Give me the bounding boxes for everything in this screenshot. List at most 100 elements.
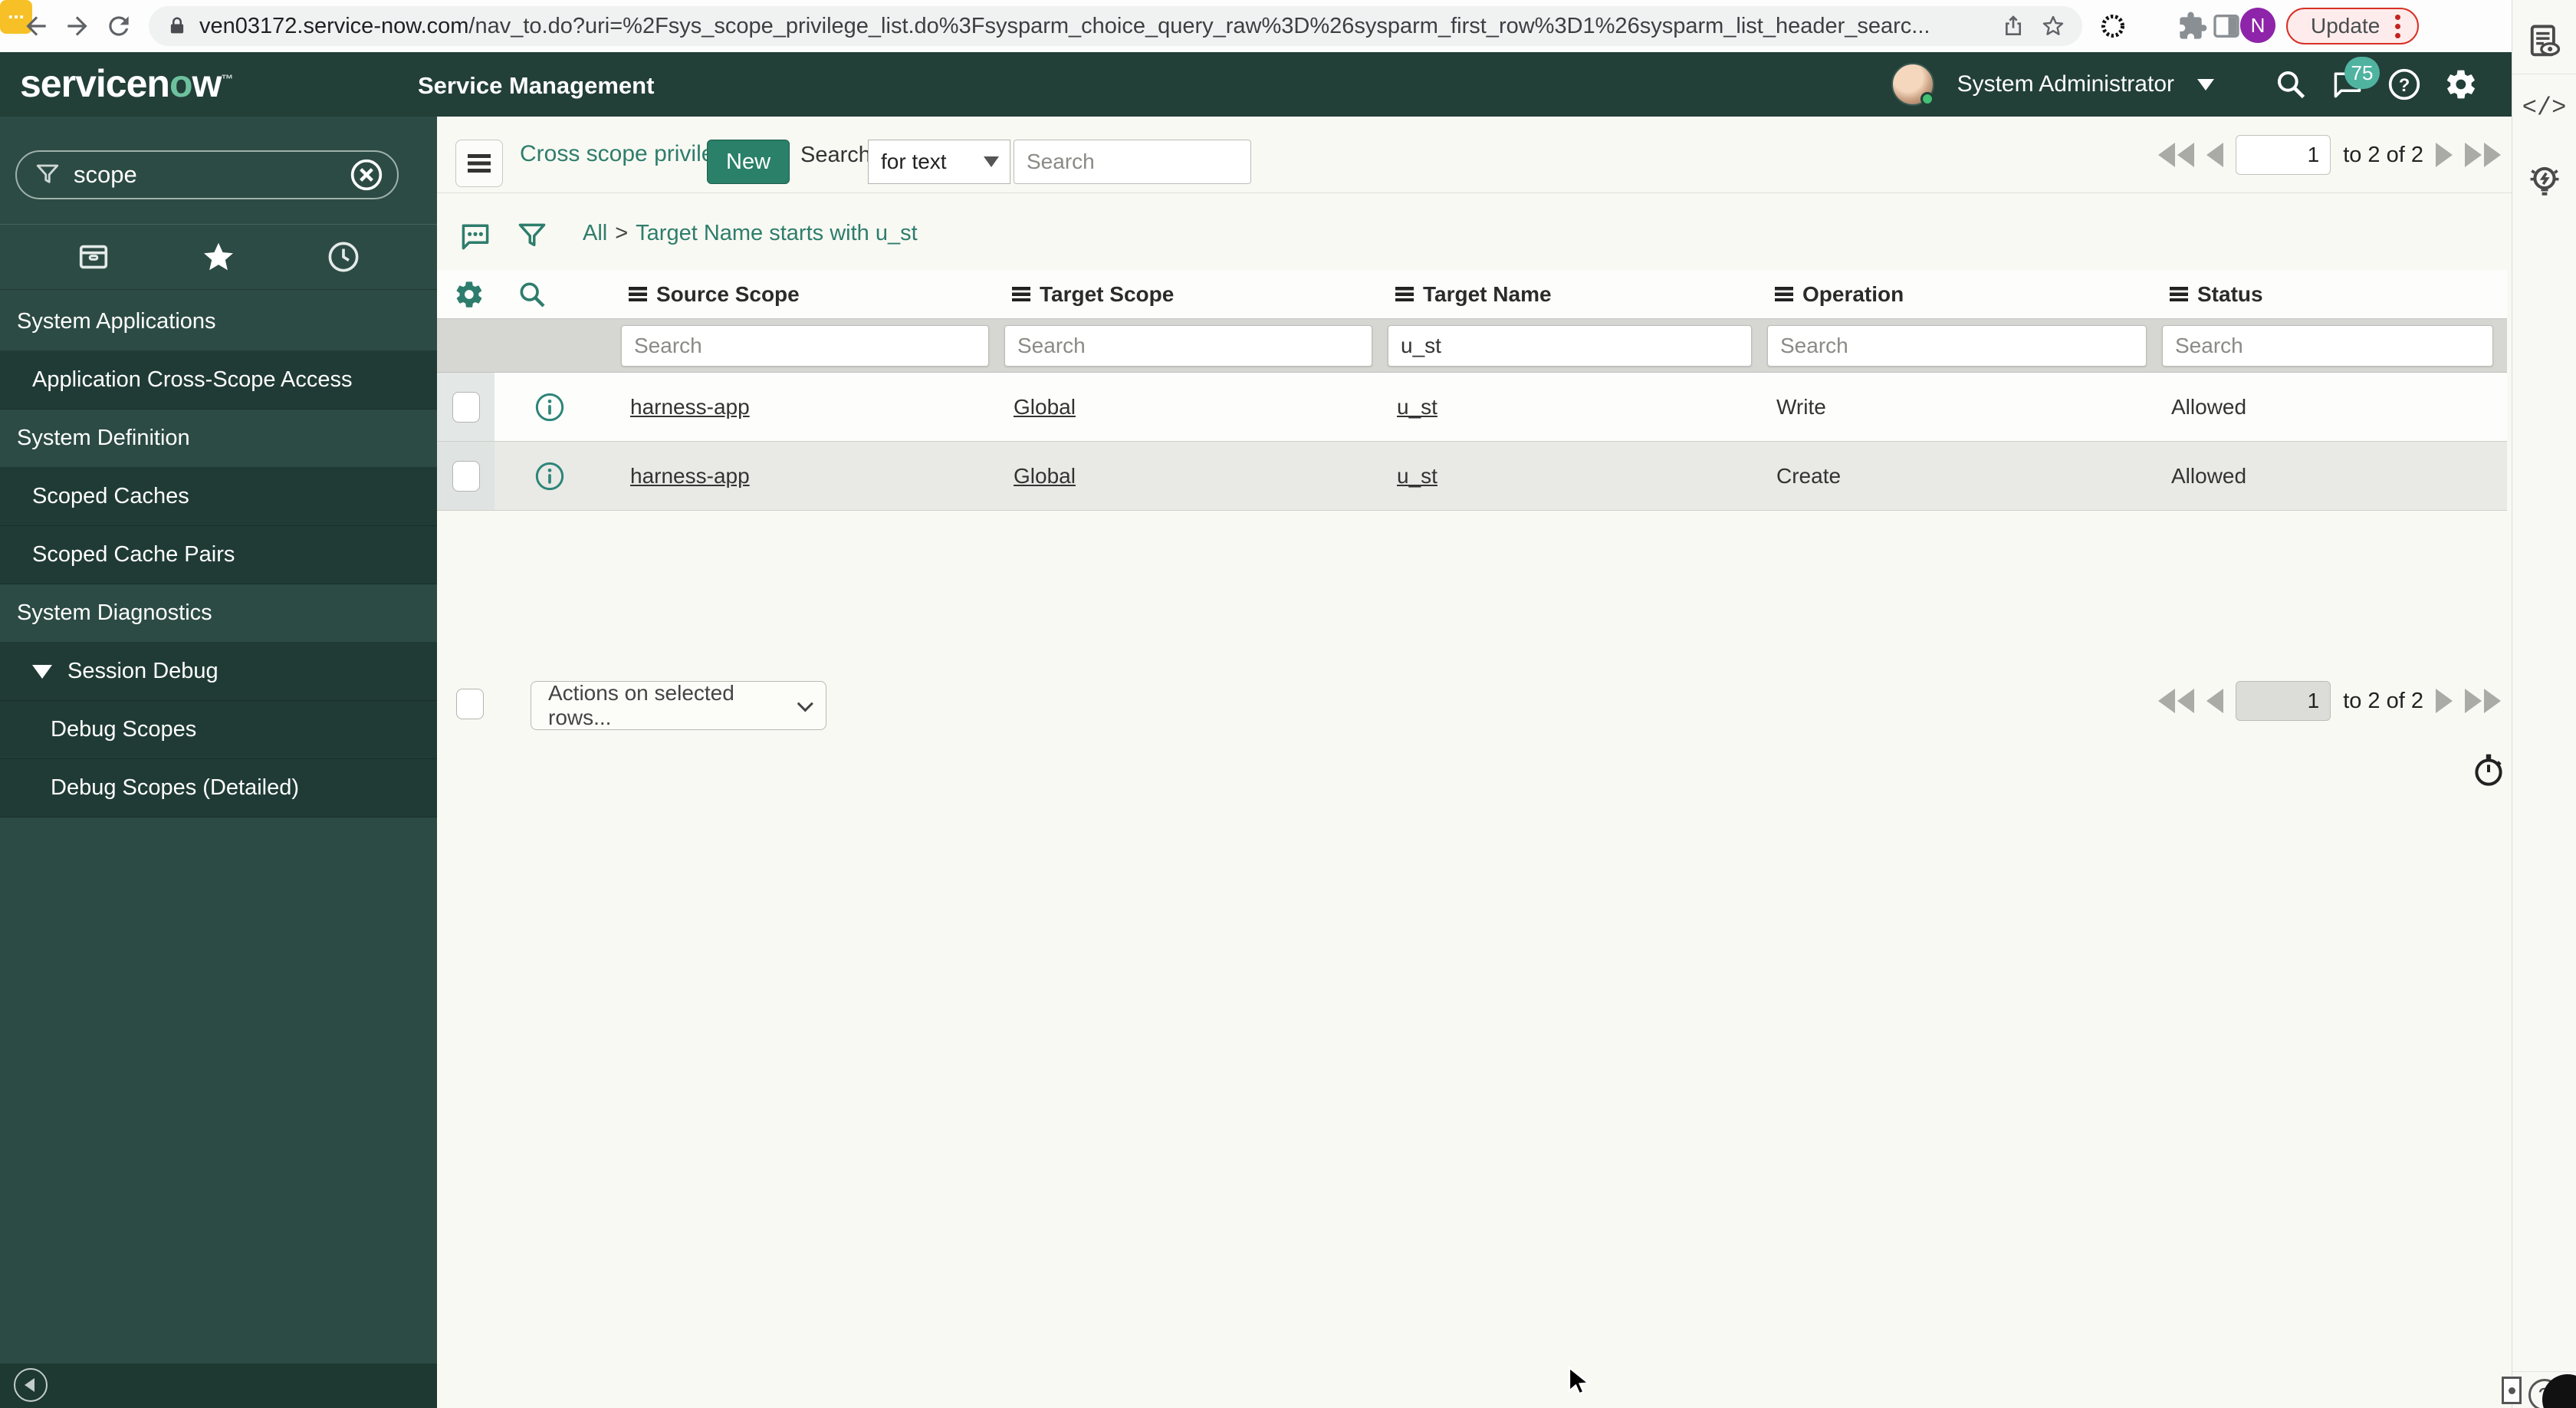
expand-caret-icon[interactable] bbox=[32, 664, 52, 679]
filter-operation-input[interactable] bbox=[1767, 324, 2147, 367]
select-caret-icon bbox=[984, 156, 999, 167]
list-chat-icon[interactable] bbox=[458, 219, 492, 253]
column-menu-icon[interactable] bbox=[1012, 287, 1030, 301]
update-label: Update bbox=[2311, 14, 2380, 38]
source-scope-link[interactable]: harness-app bbox=[630, 464, 750, 488]
filter-target-name-input[interactable] bbox=[1388, 324, 1752, 367]
last-page-button[interactable] bbox=[2465, 689, 2501, 713]
target-name-link[interactable]: u_st bbox=[1397, 464, 1438, 488]
code-panel-icon[interactable]: </> bbox=[2522, 94, 2567, 122]
browser-reload-icon[interactable] bbox=[104, 12, 133, 41]
browser-back-icon[interactable] bbox=[21, 12, 51, 41]
filter-funnel-icon bbox=[34, 161, 61, 189]
column-header-target-scope[interactable]: Target Scope bbox=[997, 282, 1380, 307]
filter-status-input[interactable] bbox=[2162, 324, 2493, 367]
personalize-list-gear-icon[interactable] bbox=[454, 279, 485, 310]
address-bar[interactable]: ven03172.service-now.com/nav_to.do?uri=%… bbox=[149, 6, 2082, 46]
column-search-icon[interactable] bbox=[517, 279, 547, 310]
clear-filter-icon[interactable] bbox=[350, 158, 383, 192]
sidebar-section-system-diagnostics[interactable]: System Diagnostics bbox=[0, 584, 437, 643]
sidebar-item-debug-scopes[interactable]: Debug Scopes bbox=[0, 701, 437, 759]
column-menu-icon[interactable] bbox=[1395, 287, 1414, 301]
response-time-stopwatch-icon[interactable] bbox=[2470, 752, 2507, 788]
row-checkbox[interactable] bbox=[452, 391, 480, 423]
suggestions-bulb-icon[interactable] bbox=[2524, 161, 2565, 202]
target-scope-link[interactable]: Global bbox=[1014, 464, 1076, 488]
sidebar-item-application-cross-scope-access[interactable]: Application Cross-Scope Access bbox=[0, 351, 437, 410]
record-info-icon[interactable] bbox=[534, 392, 565, 423]
sidebar-section-system-applications[interactable]: System Applications bbox=[0, 293, 437, 351]
filter-icon[interactable] bbox=[515, 219, 549, 253]
sidebar-section-system-definition[interactable]: System Definition bbox=[0, 410, 437, 468]
select-all-checkbox[interactable] bbox=[456, 689, 484, 719]
filter-source-scope-input[interactable] bbox=[621, 324, 989, 367]
last-page-button[interactable] bbox=[2465, 143, 2501, 167]
application-navigator: System Applications Application Cross-Sc… bbox=[0, 117, 437, 1408]
breadcrumb-all-link[interactable]: All bbox=[583, 221, 607, 245]
extension-burst-icon[interactable] bbox=[2098, 11, 2128, 41]
bookmark-star-icon[interactable] bbox=[2041, 14, 2065, 38]
breadcrumb-condition-link[interactable]: Target Name starts with u_st bbox=[636, 221, 917, 245]
product-title: Service Management bbox=[418, 72, 655, 99]
source-scope-link[interactable]: harness-app bbox=[630, 395, 750, 419]
global-search-icon[interactable] bbox=[2274, 67, 2308, 101]
servicenow-logo: servicenow™ bbox=[20, 62, 233, 105]
column-header-operation[interactable]: Operation bbox=[1760, 282, 2154, 307]
record-info-icon[interactable] bbox=[534, 461, 565, 492]
next-page-button[interactable] bbox=[2436, 143, 2453, 167]
user-avatar[interactable] bbox=[1891, 63, 1934, 106]
scroll-marker-icon[interactable] bbox=[2502, 1377, 2522, 1404]
sidebar-item-session-debug[interactable]: Session Debug bbox=[0, 643, 437, 701]
sidebar-item-scoped-cache-pairs[interactable]: Scoped Cache Pairs bbox=[0, 526, 437, 584]
column-menu-icon[interactable] bbox=[2170, 287, 2188, 301]
search-type-select[interactable]: for text bbox=[868, 140, 1010, 184]
first-page-button[interactable] bbox=[2158, 689, 2195, 713]
history-tab-icon[interactable] bbox=[326, 239, 361, 275]
column-header-target-name[interactable]: Target Name bbox=[1380, 282, 1760, 307]
sidebar-item-debug-scopes-detailed[interactable]: Debug Scopes (Detailed) bbox=[0, 759, 437, 817]
column-header-source-scope[interactable]: Source Scope bbox=[613, 282, 997, 307]
row-checkbox[interactable] bbox=[452, 460, 480, 492]
browser-profile-avatar[interactable]: N bbox=[2240, 8, 2275, 43]
extensions-puzzle-icon[interactable] bbox=[2177, 11, 2208, 41]
navigator-filter-input[interactable] bbox=[74, 161, 350, 189]
first-page-button[interactable] bbox=[2158, 143, 2195, 167]
column-menu-icon[interactable] bbox=[629, 287, 647, 301]
list-header-row: Source Scope Target Scope Target Name Op… bbox=[437, 270, 2507, 319]
hamburger-icon bbox=[468, 154, 491, 173]
navigator-tabs bbox=[0, 224, 437, 290]
sidebar-item-scoped-caches[interactable]: Scoped Caches bbox=[0, 468, 437, 526]
column-header-status[interactable]: Status bbox=[2154, 282, 2501, 307]
share-icon[interactable] bbox=[2001, 14, 2026, 38]
help-icon[interactable] bbox=[2387, 67, 2421, 101]
target-scope-link[interactable]: Global bbox=[1014, 395, 1076, 419]
page-number-input[interactable] bbox=[2236, 681, 2331, 721]
pagination-top: to 2 of 2 bbox=[2158, 135, 2501, 175]
navigator-menu: System Applications Application Cross-Sc… bbox=[0, 293, 437, 817]
browser-forward-icon[interactable] bbox=[63, 12, 92, 41]
collapse-sidebar-button[interactable] bbox=[14, 1368, 48, 1402]
conversations-icon[interactable]: 75 bbox=[2331, 57, 2380, 101]
browser-update-button[interactable]: Update bbox=[2286, 8, 2420, 44]
page-number-input[interactable] bbox=[2236, 135, 2331, 175]
next-page-button[interactable] bbox=[2436, 689, 2453, 713]
all-applications-tab-icon[interactable] bbox=[76, 239, 111, 275]
filter-target-scope-input[interactable] bbox=[1004, 324, 1372, 367]
column-menu-icon[interactable] bbox=[1775, 287, 1793, 301]
user-name[interactable]: System Administrator bbox=[1957, 71, 2174, 97]
side-panel-icon[interactable] bbox=[2211, 11, 2242, 41]
user-menu-caret-icon[interactable] bbox=[2197, 78, 2214, 90]
actions-select[interactable]: Actions on selected rows... bbox=[531, 681, 826, 730]
browser-menu-icon[interactable] bbox=[2395, 14, 2401, 38]
favorites-tab-icon[interactable] bbox=[201, 239, 236, 275]
settings-gear-icon[interactable] bbox=[2444, 67, 2478, 101]
list-search-input[interactable] bbox=[1014, 140, 1251, 184]
navigator-filter[interactable] bbox=[15, 150, 399, 199]
reader-mode-icon[interactable] bbox=[2525, 21, 2564, 61]
previous-page-button[interactable] bbox=[2206, 689, 2224, 713]
notification-badge: 75 bbox=[2344, 57, 2380, 89]
list-context-menu-button[interactable] bbox=[455, 140, 503, 187]
previous-page-button[interactable] bbox=[2206, 143, 2224, 167]
target-name-link[interactable]: u_st bbox=[1397, 395, 1438, 419]
new-record-button[interactable]: New bbox=[707, 140, 790, 184]
